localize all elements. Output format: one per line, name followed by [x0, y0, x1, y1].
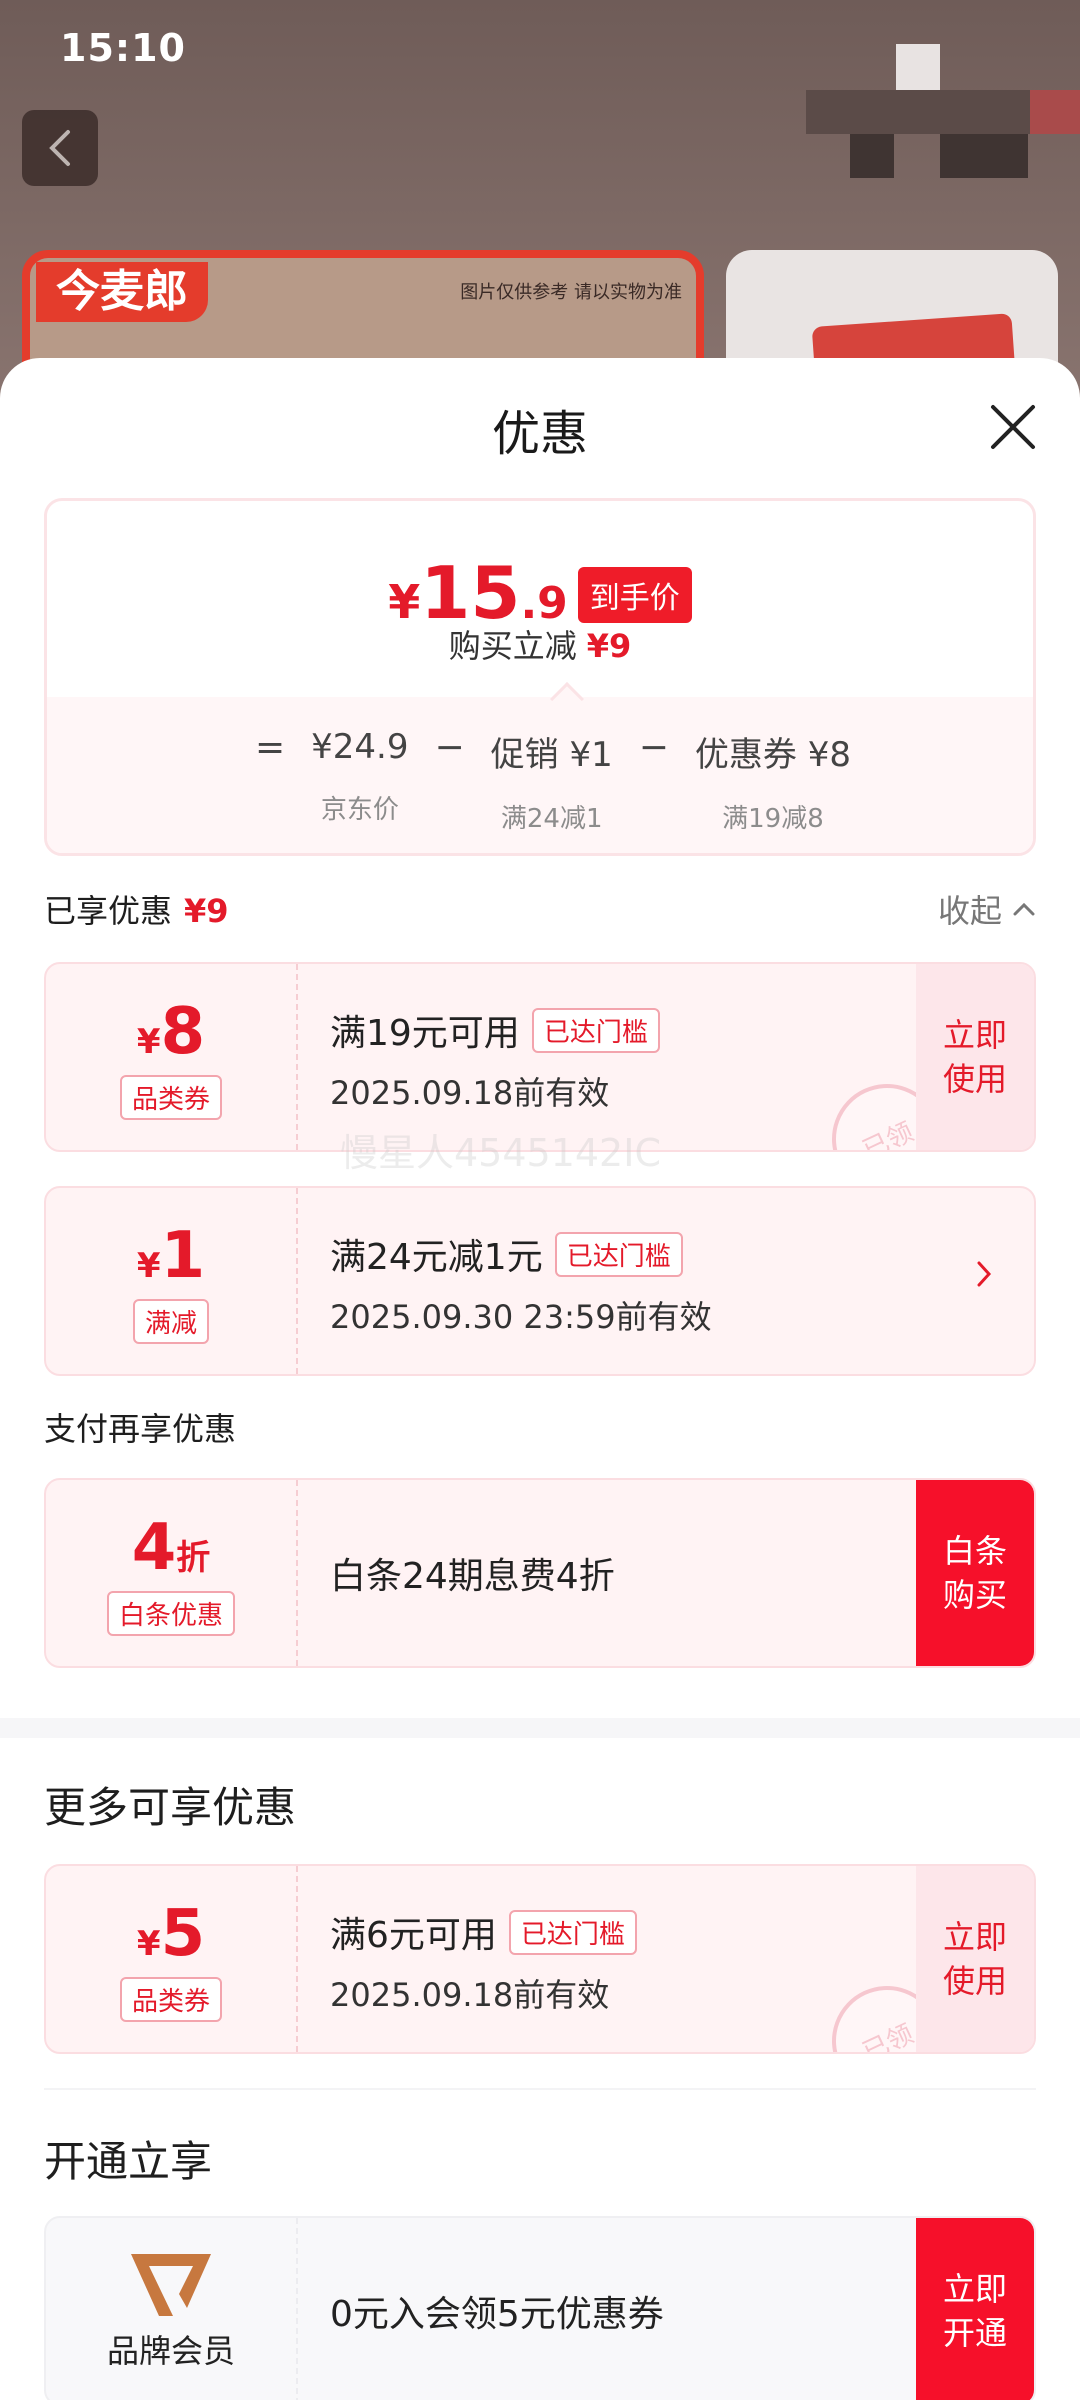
coupon-card-category-5[interactable]: ¥5 品类券 满6元可用 已达门槛 2025.09.18前有效 已领 立即使用 [44, 1864, 1036, 2054]
price-summary-card: ¥15.9 到手价 购买立减 ¥9 = ¥24.9 京东价 − 促销 ¥1 满24… [44, 498, 1036, 856]
use-now-button[interactable]: 立即使用 [916, 1866, 1034, 2052]
base-price-label: 京东价 [320, 795, 399, 825]
coupon-type-tag: 品类券 [119, 1074, 222, 1120]
formula-equals: = [254, 727, 286, 768]
product-brand-logo: 今麦郎 [36, 262, 208, 322]
price-formula: = ¥24.9 京东价 − 促销 ¥1 满24减1 − 优惠券 ¥8 满19减8 [47, 697, 1033, 853]
chevron-left-icon [49, 130, 70, 166]
coupon-value: 优惠券 ¥8 [694, 735, 851, 775]
discount-number: 4 [131, 1510, 177, 1585]
coupon-currency: ¥ [136, 1021, 161, 1062]
coupon-amount: ¥8 [137, 995, 205, 1069]
back-button[interactable] [22, 110, 98, 186]
coupon-expiry: 2025.09.30 23:59前有效 [330, 1298, 712, 1336]
coupon-card-full-reduction[interactable]: ¥1 满减 满24元减1元 已达门槛 2025.09.30 23:59前有效 [44, 1186, 1036, 1376]
coupon-expiry: 2025.09.18前有效 [330, 1976, 610, 2014]
discount-rate: 4折 [132, 1511, 211, 1585]
formula-coupon: 优惠券 ¥8 满19减8 [695, 727, 851, 835]
brand-member-label: 品牌会员 [106, 2332, 235, 2370]
enjoyed-title-text: 已享优惠 [44, 892, 173, 930]
product-image-note: 图片仅供参考 请以实物为准 [460, 282, 682, 303]
coupon-condition: 满24元减1元 [330, 1237, 543, 1278]
formula-minus: − [638, 727, 669, 768]
more-discount-title: 更多可享优惠 [44, 1783, 297, 1832]
coupon-currency: ¥ [136, 1923, 161, 1964]
separator-line [44, 2088, 1036, 2090]
pay-discount-title: 支付再享优惠 [44, 1410, 237, 1448]
instant-discount-row: 购买立减 ¥9 [47, 621, 1033, 667]
promo-value: 促销 ¥1 [490, 735, 613, 775]
formula-minus: − [434, 727, 465, 768]
blurred-block [896, 44, 940, 90]
instant-discount-label: 购买立减 [448, 627, 577, 665]
collapse-label: 收起 [937, 892, 1002, 930]
brand-member-card[interactable]: 品牌会员 0元入会领5元优惠券 立即开通 [44, 2216, 1036, 2400]
close-icon [991, 405, 1035, 449]
threshold-badge: 已达门槛 [531, 1007, 660, 1053]
blurred-block [984, 134, 1028, 178]
formula-base: ¥24.9 京东价 [311, 727, 408, 826]
promo-label: 满24减1 [500, 804, 603, 834]
member-offer-description: 0元入会领5元优惠券 [330, 2294, 664, 2335]
coupon-amount: ¥5 [137, 1897, 205, 1971]
sheet-title: 优惠 [491, 406, 588, 462]
coupon-amount: ¥1 [137, 1219, 205, 1293]
coupon-number: 5 [160, 1896, 206, 1971]
open-now-button[interactable]: 立即开通 [916, 2218, 1034, 2400]
coupon-number: 1 [160, 1218, 206, 1293]
threshold-badge: 已达门槛 [508, 1909, 637, 1955]
coupon-condition: 满19元可用 [330, 1013, 520, 1054]
collapse-button[interactable]: 收起 [938, 886, 1036, 932]
watermark: 慢星人4545142IC [340, 1131, 661, 1175]
coupon-type-tag: 品类券 [119, 1976, 222, 2022]
close-button[interactable] [988, 402, 1038, 452]
coupon-label: 满19减8 [722, 804, 824, 834]
baitiao-buy-button[interactable]: 白条购买 [916, 1480, 1034, 1666]
chevron-up-icon [1013, 902, 1035, 916]
coupon-currency: ¥ [136, 1245, 161, 1286]
blurred-block [940, 134, 984, 178]
section-divider [0, 1718, 1080, 1738]
status-time: 15:10 [60, 26, 186, 70]
enjoyed-total: ¥9 [184, 892, 229, 930]
enjoyed-discount-title: 已享优惠 ¥9 [44, 886, 229, 932]
coupon-expiry: 2025.09.18前有效 [330, 1074, 610, 1112]
final-price-tag: 到手价 [577, 567, 692, 623]
blurred-block [1030, 90, 1080, 134]
instant-discount-value: ¥9 [586, 627, 632, 665]
discount-type-tag: 白条优惠 [106, 1590, 235, 1636]
brand-member-logo-icon [131, 2254, 211, 2316]
blurred-block [850, 134, 894, 178]
blurred-block [806, 90, 1032, 134]
coupon-condition: 满6元可用 [330, 1915, 497, 1956]
baitiao-description: 白条24期息费4折 [330, 1556, 615, 1597]
threshold-badge: 已达门槛 [554, 1231, 683, 1277]
chevron-right-icon[interactable] [974, 1258, 994, 1294]
discount-sheet: 优惠 ¥15.9 到手价 购买立减 ¥9 = ¥24.9 京东价 − 促销 ¥1… [0, 358, 1080, 2400]
use-now-button[interactable]: 立即使用 [916, 964, 1034, 1150]
coupon-type-tag: 满减 [132, 1298, 209, 1344]
coupon-number: 8 [160, 994, 206, 1069]
baitiao-discount-card[interactable]: 4折 白条优惠 白条24期息费4折 白条购买 [44, 1478, 1036, 1668]
base-price-value: ¥24.9 [311, 727, 409, 767]
discount-unit: 折 [176, 1537, 211, 1578]
formula-promo: 促销 ¥1 满24减1 [491, 727, 613, 835]
open-membership-title: 开通立享 [44, 2137, 213, 2186]
